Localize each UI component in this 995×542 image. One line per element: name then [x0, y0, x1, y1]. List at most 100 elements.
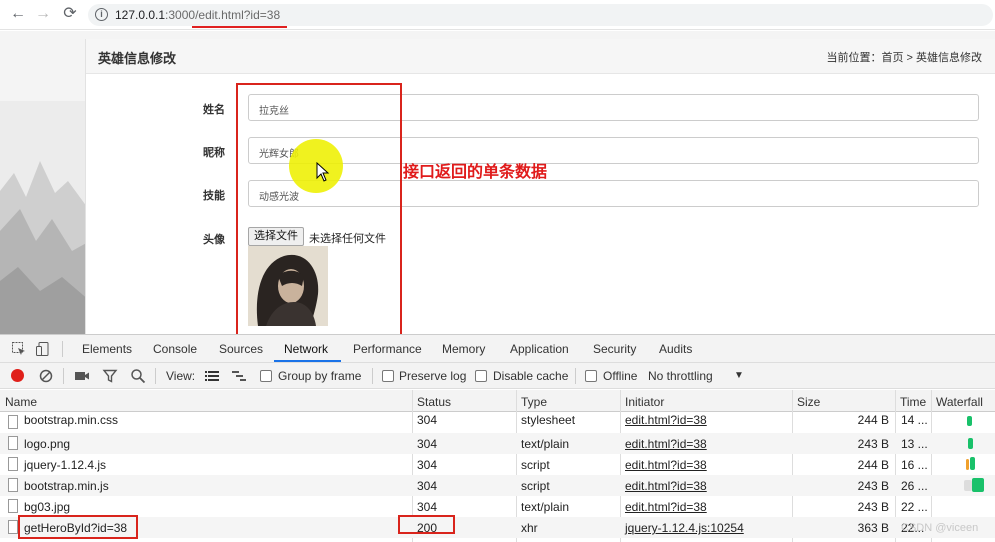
- site-info-icon[interactable]: i: [95, 8, 108, 21]
- request-status: 304: [417, 479, 438, 493]
- request-name-highlight: [18, 515, 138, 539]
- devtools-tabbar: Elements Console Sources Network Perform…: [0, 335, 995, 363]
- column-status[interactable]: Status: [417, 395, 451, 409]
- toolbar-separator: [63, 368, 64, 384]
- request-initiator[interactable]: jquery-1.12.4.js:10254: [625, 521, 744, 535]
- throttling-select[interactable]: No throttling: [648, 369, 713, 383]
- inspect-element-icon[interactable]: [11, 341, 27, 357]
- column-time[interactable]: Time: [900, 395, 926, 409]
- request-status: 304: [417, 413, 438, 427]
- request-initiator[interactable]: edit.html?id=38: [625, 413, 707, 427]
- preserve-log-checkbox[interactable]: [382, 370, 394, 382]
- screenshot-camera-icon[interactable]: [74, 368, 90, 384]
- toolbar-separator: [372, 368, 373, 384]
- disable-cache-checkbox[interactable]: [475, 370, 487, 382]
- request-size: 244 B: [857, 413, 889, 427]
- tab-console[interactable]: Console: [153, 342, 197, 356]
- name-label: 姓名: [203, 104, 225, 116]
- request-size: 243 B: [857, 479, 889, 493]
- watermark: CSDN @viceen: [901, 522, 979, 534]
- request-status: 304: [417, 458, 438, 472]
- waterfall-bar: [968, 438, 973, 449]
- file-icon: [8, 457, 18, 471]
- request-size: 363 B: [857, 521, 889, 535]
- tab-sources[interactable]: Sources: [219, 342, 263, 356]
- browser-toolbar: ← → ⟳ i 127.0.0.1:3000/edit.html?id=38: [0, 0, 995, 30]
- request-type: xhr: [521, 521, 538, 535]
- column-name[interactable]: Name: [5, 395, 37, 409]
- request-time: 22 ...: [901, 500, 928, 514]
- large-rows-icon[interactable]: [204, 368, 220, 384]
- request-name: bootstrap.min.css: [24, 413, 119, 427]
- search-icon[interactable]: [130, 368, 146, 384]
- group-by-frame-checkbox[interactable]: [260, 370, 272, 382]
- waterfall-bar: [967, 416, 972, 426]
- waterfall-bar: [972, 478, 984, 492]
- request-type: text/plain: [521, 500, 570, 514]
- tab-elements[interactable]: Elements: [82, 342, 132, 356]
- request-size: 243 B: [857, 500, 889, 514]
- tab-network[interactable]: Network: [284, 342, 328, 356]
- view-label: View:: [166, 369, 196, 383]
- file-icon: [8, 415, 18, 429]
- file-icon: [8, 436, 18, 450]
- url-underline-annotation: [192, 26, 287, 28]
- table-row[interactable]: logo.png 304 text/plain edit.html?id=38 …: [0, 433, 995, 454]
- form-highlight-box: [236, 83, 402, 336]
- tab-audits[interactable]: Audits: [659, 342, 692, 356]
- offline-checkbox[interactable]: [585, 370, 597, 382]
- request-type: stylesheet: [521, 413, 576, 427]
- panel-header: 英雄信息修改 当前位置：首页 > 英雄信息修改: [86, 39, 995, 74]
- address-bar[interactable]: i 127.0.0.1:3000/edit.html?id=38: [88, 4, 993, 26]
- active-tab-indicator: [274, 360, 341, 362]
- request-name: logo.png: [24, 437, 71, 451]
- table-row[interactable]: bg03.jpg 304 text/plain edit.html?id=38 …: [0, 496, 995, 517]
- tab-security[interactable]: Security: [593, 342, 636, 356]
- table-row[interactable]: bootstrap.min.js 304 script edit.html?id…: [0, 475, 995, 496]
- reload-icon[interactable]: ⟳: [61, 5, 79, 23]
- waterfall-bar: [966, 459, 969, 470]
- table-row[interactable]: bootstrap.min.css 304 stylesheet edit.ht…: [0, 412, 995, 433]
- skill-label: 技能: [203, 190, 225, 202]
- tab-performance[interactable]: Performance: [353, 342, 422, 356]
- tab-application[interactable]: Application: [510, 342, 569, 356]
- column-size[interactable]: Size: [797, 395, 820, 409]
- request-initiator[interactable]: edit.html?id=38: [625, 479, 707, 493]
- overview-icon[interactable]: [231, 368, 247, 384]
- request-initiator[interactable]: edit.html?id=38: [625, 458, 707, 472]
- url-host: 127.0.0.1: [115, 8, 166, 22]
- column-initiator[interactable]: Initiator: [625, 395, 664, 409]
- toolbar-separator: [155, 368, 156, 384]
- disable-cache-label: Disable cache: [493, 369, 569, 383]
- mouse-pointer-icon: [316, 162, 330, 182]
- throttling-dropdown-icon[interactable]: ▼: [734, 370, 744, 381]
- table-row[interactable]: getHeroById?id=38 200 xhr jquery-1.12.4.…: [0, 517, 995, 538]
- network-toolbar: View: Group by frame Preserve log Disabl…: [0, 363, 995, 389]
- forward-arrow-icon[interactable]: →: [34, 5, 52, 23]
- column-type[interactable]: Type: [521, 395, 547, 409]
- table-row[interactable]: jquery-1.12.4.js 304 script edit.html?id…: [0, 454, 995, 475]
- device-toolbar-icon[interactable]: [35, 341, 51, 357]
- url-text: 127.0.0.1:3000/edit.html?id=38: [115, 8, 280, 22]
- nickname-label: 昵称: [203, 147, 225, 159]
- filter-icon[interactable]: [102, 368, 118, 384]
- back-arrow-icon[interactable]: ←: [9, 5, 27, 23]
- column-waterfall[interactable]: Waterfall: [936, 395, 983, 409]
- request-size: 243 B: [857, 437, 889, 451]
- waterfall-bar: [970, 457, 975, 470]
- request-size: 244 B: [857, 458, 889, 472]
- request-status: 304: [417, 500, 438, 514]
- tab-memory[interactable]: Memory: [442, 342, 485, 356]
- request-type: script: [521, 479, 550, 493]
- file-icon: [8, 499, 18, 513]
- breadcrumb: 当前位置：首页 > 英雄信息修改: [826, 52, 982, 64]
- record-icon[interactable]: [11, 369, 24, 382]
- request-initiator[interactable]: edit.html?id=38: [625, 437, 707, 451]
- offline-label: Offline: [603, 369, 638, 383]
- waterfall-bar: [964, 480, 972, 491]
- clear-icon[interactable]: [38, 368, 54, 384]
- request-time: 14 ...: [901, 413, 928, 427]
- request-initiator[interactable]: edit.html?id=38: [625, 500, 707, 514]
- avatar-label: 头像: [203, 234, 225, 246]
- file-icon: [8, 520, 18, 534]
